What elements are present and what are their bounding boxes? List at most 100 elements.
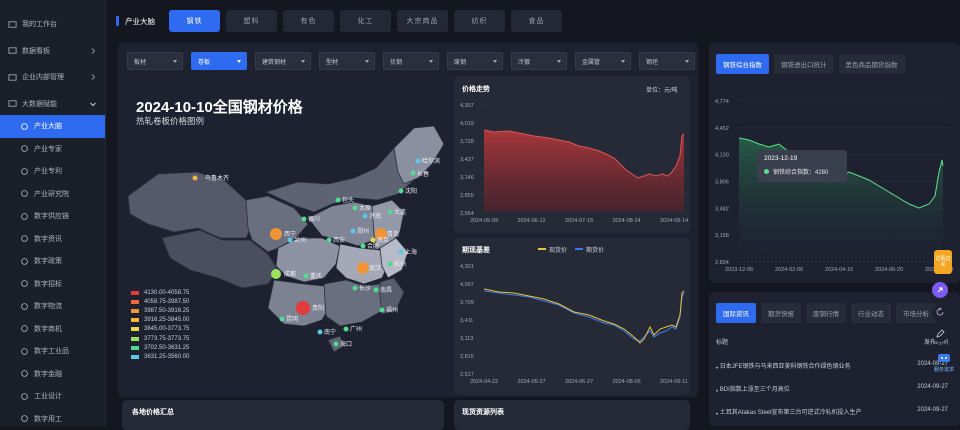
tab-category-3[interactable]: 化工: [340, 10, 391, 32]
float-buy-button[interactable]: 边看边买: [934, 250, 952, 274]
tab-news-4[interactable]: 市场分析: [896, 303, 936, 323]
tab-index-1[interactable]: 钢铁进出口统计: [774, 54, 834, 74]
city-marker[interactable]: [270, 228, 282, 240]
tab-category-1[interactable]: 塑料: [226, 10, 277, 32]
sidebar-item-1[interactable]: 数据看板: [0, 40, 105, 63]
float-service-button[interactable]: 服务需求: [932, 353, 956, 375]
filter-select-8[interactable]: 钢坯: [639, 52, 695, 70]
city-marker[interactable]: [296, 301, 310, 315]
legend-item[interactable]: 3631.25-3560.00: [131, 352, 189, 361]
city-marker[interactable]: [388, 210, 393, 215]
legend-item[interactable]: 3845.00-3773.75: [131, 325, 189, 334]
city-marker[interactable]: [380, 308, 385, 313]
tab-index-2[interactable]: 黑色商品期货指数: [839, 54, 905, 74]
filter-label: 优钢: [390, 57, 402, 66]
legend-item[interactable]: 4130.00-4058.75: [131, 288, 189, 297]
index-tooltip: 2023-12-19 钢铁综合指数：4280: [757, 150, 847, 182]
sidebar-item-14[interactable]: 数字工业品: [0, 340, 105, 363]
sidebar-item-7[interactable]: 产业研究院: [0, 183, 105, 206]
tab-category-5[interactable]: 纺织: [454, 10, 505, 32]
sidebar-item-3[interactable]: 大数据赋能: [0, 93, 105, 116]
sidebar-item-5[interactable]: 产业专家: [0, 138, 105, 161]
filter-select-0[interactable]: 板材: [127, 52, 183, 70]
tab-category-4[interactable]: 大宗商品: [397, 10, 448, 32]
filter-select-7[interactable]: 金属管: [575, 52, 631, 70]
sidebar-item-9[interactable]: 数字资讯: [0, 228, 105, 251]
filter-select-6[interactable]: 冷镀: [511, 52, 567, 70]
city-marker[interactable]: [374, 288, 379, 293]
legend-item[interactable]: 3987.50-3916.25: [131, 306, 189, 315]
float-refresh-button[interactable]: [932, 304, 948, 320]
legend-futures: 期货价: [586, 245, 604, 254]
filter-select-3[interactable]: 型材: [319, 52, 375, 70]
city-marker[interactable]: [399, 250, 404, 255]
city-marker[interactable]: [388, 262, 393, 267]
tab-category-0[interactable]: 钢铁: [169, 10, 220, 32]
city-marker[interactable]: [302, 217, 307, 222]
news-row[interactable]: • 土耳其Atakas Steel宣布第三台可逆式冷轧机投入生产2024-09-…: [716, 407, 948, 418]
legend-item[interactable]: 3916.25-3845.00: [131, 316, 189, 325]
news-header: 标题 发布时间: [716, 337, 948, 346]
city-marker[interactable]: [416, 159, 421, 164]
tab-category-6[interactable]: 食品: [511, 10, 562, 32]
city-marker[interactable]: [353, 286, 358, 291]
city-marker[interactable]: [334, 342, 339, 347]
sidebar-item-15[interactable]: 数字金融: [0, 363, 105, 386]
sidebar-item-13[interactable]: 数字商机: [0, 318, 105, 341]
city-marker[interactable]: [351, 229, 356, 234]
city-marker[interactable]: [193, 176, 198, 181]
filter-select-2[interactable]: 建筑钢材: [255, 52, 311, 70]
tab-news-0[interactable]: 国际资讯: [716, 303, 756, 323]
tab-news-1[interactable]: 期货快报: [761, 303, 801, 323]
sidebar-item-4[interactable]: 产业大脑: [0, 115, 105, 138]
y-tick-label: 4,774: [715, 99, 729, 105]
sidebar-item-8[interactable]: 数字供应链: [0, 205, 105, 228]
sidebar-item-12[interactable]: 数字物流: [0, 295, 105, 318]
city-marker[interactable]: [288, 238, 293, 243]
sidebar-item-10[interactable]: 数字政策: [0, 250, 105, 273]
price-trend-chart[interactable]: 4,3074,0193,7283,4373,1462,8552,5642024-…: [454, 96, 690, 233]
float-edit-button[interactable]: [932, 326, 948, 342]
city-marker[interactable]: [411, 171, 416, 176]
float-link-button[interactable]: [932, 282, 948, 298]
filter-select-1[interactable]: 卷板: [191, 52, 247, 70]
city-marker[interactable]: [344, 327, 349, 332]
futures-chart[interactable]: 4,3014,0073,7093,4113,1132,8152,5172024-…: [454, 257, 690, 394]
city-marker[interactable]: [371, 238, 376, 243]
city-marker[interactable]: [353, 206, 358, 211]
news-title[interactable]: BDI指数上涨至三个月高位: [720, 384, 790, 393]
city-marker[interactable]: [361, 244, 366, 249]
sidebar-item-0[interactable]: 我的工作台: [0, 13, 105, 36]
city-marker[interactable]: [327, 238, 332, 243]
city-marker[interactable]: [357, 262, 369, 274]
legend-item[interactable]: 4058.75-3987.50: [131, 297, 189, 306]
tab-news-2[interactable]: 废钢行情: [806, 303, 846, 323]
filter-select-4[interactable]: 优钢: [383, 52, 439, 70]
city-marker[interactable]: [336, 198, 341, 203]
city-marker[interactable]: [399, 189, 404, 194]
sidebar-item-11[interactable]: 数字招标: [0, 273, 105, 296]
index-chart[interactable]: 4,7744,4524,1303,8063,4823,1582,8342023-…: [709, 92, 960, 282]
news-row[interactable]: • BDI指数上涨至三个月高位2024-09-27: [716, 384, 948, 395]
city-marker[interactable]: [318, 330, 323, 335]
news-title[interactable]: 土耳其Atakas Steel宣布第三台可逆式冷轧机投入生产: [720, 407, 862, 416]
filter-select-5[interactable]: 废钢: [447, 52, 503, 70]
sidebar-item-2[interactable]: 企业内部管理: [0, 66, 105, 89]
tab-category-2[interactable]: 有色: [283, 10, 334, 32]
city-marker[interactable]: [280, 317, 285, 322]
news-row[interactable]: • 日本JFE钢铁与马来西亚美科钢铁合作绿色钢业务2024-09-27: [716, 361, 948, 372]
tab-news-3[interactable]: 行业动态: [851, 303, 891, 323]
legend-item[interactable]: 3773.75-3773.75: [131, 334, 189, 343]
map-title: 2024-10-10全国钢材价格: [136, 96, 303, 117]
sidebar-item-17[interactable]: 数字用工: [0, 408, 105, 430]
city-marker[interactable]: [304, 274, 309, 279]
legend-item[interactable]: 3702.50-3631.25: [131, 343, 189, 352]
city-marker[interactable]: [271, 269, 281, 279]
sidebar-item-6[interactable]: 产业专利: [0, 160, 105, 183]
product-icon: [20, 347, 29, 356]
tab-index-0[interactable]: 钢铁综合指数: [716, 54, 769, 74]
city-marker[interactable]: [363, 214, 368, 219]
news-title[interactable]: 日本JFE钢铁与马来西亚美科钢铁合作绿色钢业务: [720, 361, 851, 370]
city-label: 昆明: [286, 316, 298, 323]
sidebar-item-16[interactable]: 工业设计: [0, 385, 105, 408]
